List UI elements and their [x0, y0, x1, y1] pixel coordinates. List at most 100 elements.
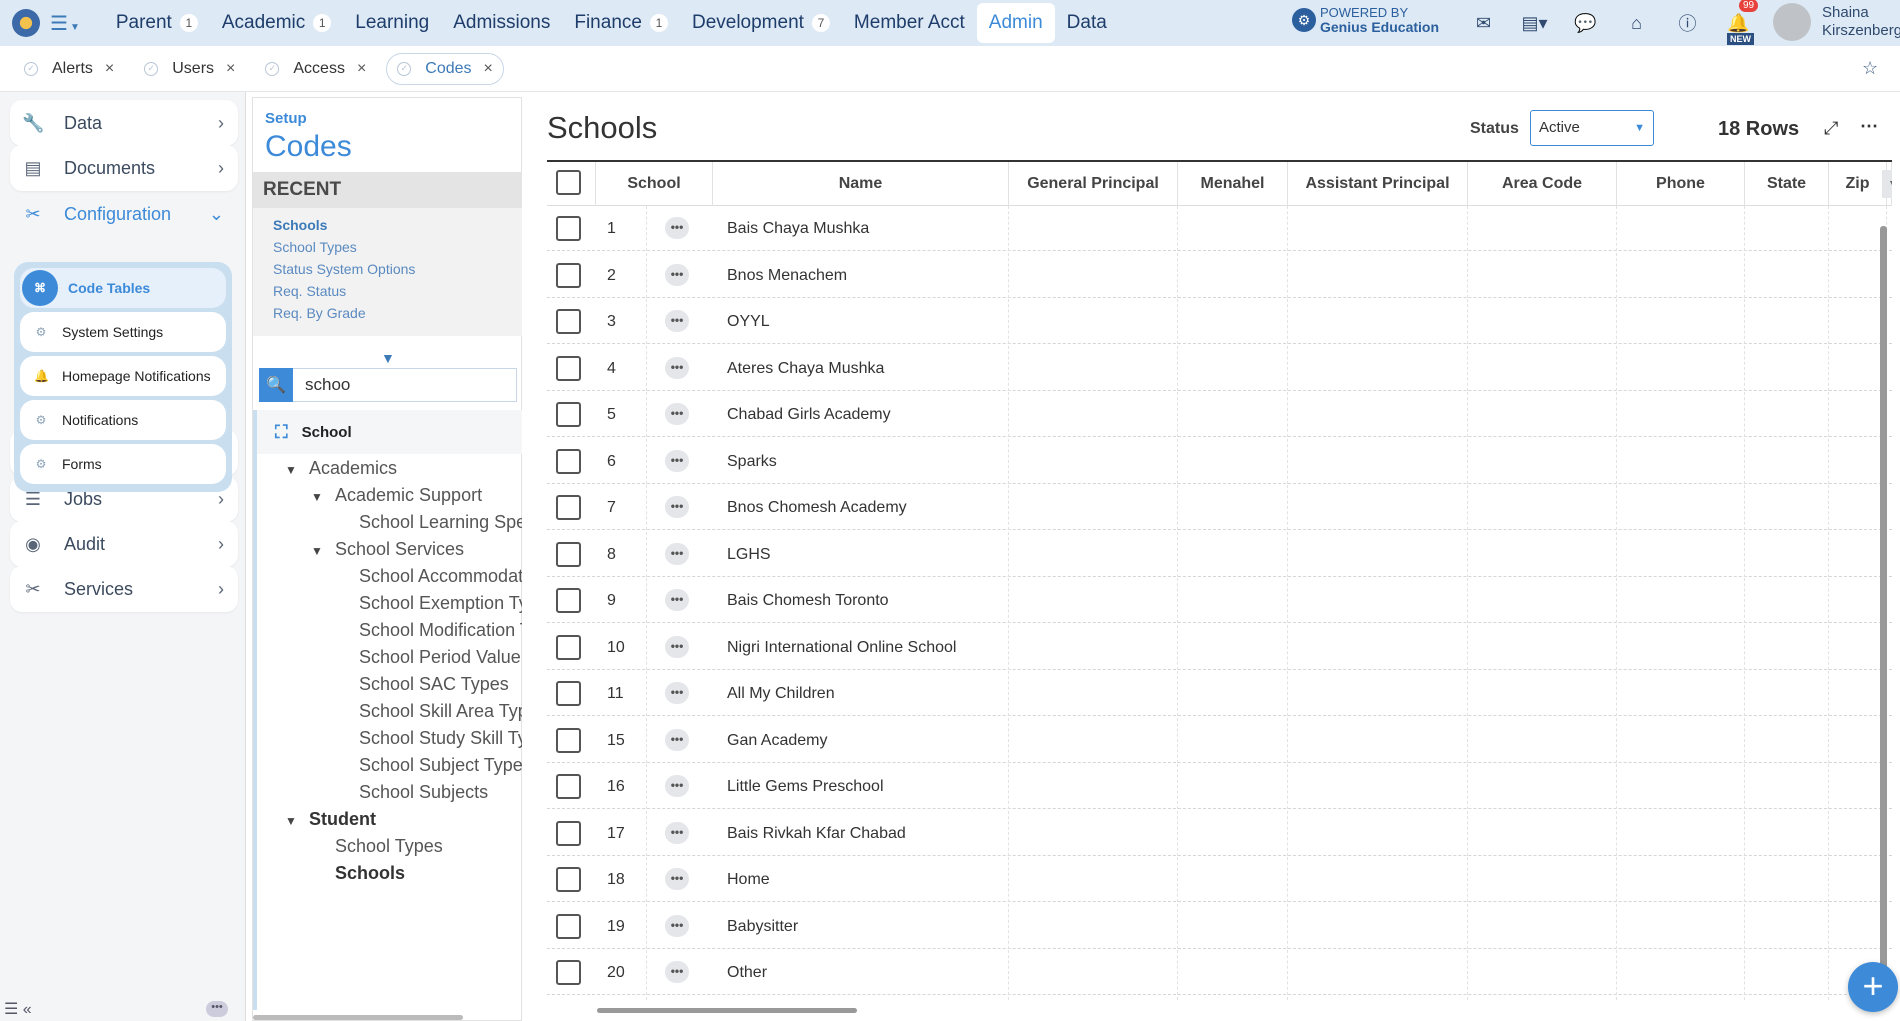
favorite-star-icon[interactable]: ☆ — [1862, 58, 1878, 79]
caret-down-icon[interactable]: ▼ — [311, 544, 325, 558]
tree-node-school-study-skill-types[interactable]: School Study Skill Types — [359, 728, 523, 749]
column-header-menahel[interactable]: Menahel — [1178, 162, 1288, 206]
table-row[interactable]: 11 ••• All My Children — [547, 671, 1892, 716]
row-checkbox[interactable] — [556, 727, 581, 753]
row-actions-icon[interactable]: ••• — [665, 914, 689, 937]
column-header-state[interactable]: State — [1745, 162, 1829, 206]
row-actions-icon[interactable]: ••• — [665, 542, 689, 565]
row-actions-icon[interactable]: ••• — [665, 728, 689, 751]
row-actions-icon[interactable]: ••• — [665, 868, 689, 890]
user-name[interactable]: Shaina Kirszenberg — [1822, 4, 1900, 40]
nav-item-member-acct[interactable]: Member Acct — [842, 3, 977, 43]
nav-item-admissions[interactable]: Admissions — [441, 3, 562, 43]
code-search-input[interactable] — [293, 375, 503, 395]
table-row[interactable]: 17 ••• Bais Rivkah Kfar Chabad — [547, 810, 1892, 856]
nav-item-finance[interactable]: Finance 1 — [562, 3, 680, 43]
tab-codes[interactable]: ✓ Codes × — [386, 52, 504, 85]
row-checkbox[interactable] — [556, 495, 581, 520]
tree-node-school-accommodation-types[interactable]: School Accommodation Types — [359, 566, 523, 587]
more-icon[interactable]: ⋯ — [1860, 116, 1878, 137]
nav-item-development[interactable]: Development 7 — [680, 3, 842, 43]
menu-icon[interactable]: ☰ ▼ — [50, 11, 80, 36]
row-checkbox[interactable] — [556, 681, 581, 706]
table-row[interactable]: 20 ••• Other — [547, 950, 1892, 995]
tree-node-school-subjects[interactable]: School Subjects — [359, 782, 488, 803]
row-actions-icon[interactable]: ••• — [665, 263, 689, 286]
tree-node-school-exemption-types[interactable]: School Exemption Types — [359, 593, 523, 614]
row-checkbox[interactable] — [556, 216, 581, 241]
row-checkbox[interactable] — [556, 774, 581, 799]
notification-bell-icon[interactable]: 🔔 99 NEW — [1713, 0, 1764, 45]
row-checkbox[interactable] — [556, 867, 581, 892]
row-actions-icon[interactable]: ••• — [665, 310, 689, 332]
close-icon[interactable]: × — [226, 60, 235, 78]
column-header-area-code[interactable]: Area Code — [1468, 162, 1617, 206]
row-actions-icon[interactable]: ••• — [665, 961, 689, 983]
table-row[interactable]: 6 ••• Sparks — [547, 438, 1892, 484]
submenu-item-system-settings[interactable]: ⚙ System Settings — [20, 312, 226, 352]
expand-recent-icon[interactable]: ▼ — [381, 350, 395, 366]
tree-node-school-services[interactable]: ▼ School Services — [311, 539, 464, 560]
row-checkbox[interactable] — [556, 355, 581, 381]
row-actions-icon[interactable]: ••• — [665, 403, 689, 425]
recent-link-schools[interactable]: Schools — [253, 214, 523, 236]
table-row[interactable]: 18 ••• Home — [547, 857, 1892, 902]
submenu-item-code-tables[interactable]: ⌘ Code Tables — [20, 268, 226, 308]
table-row[interactable]: 4 ••• Ateres Chaya Mushka — [547, 345, 1892, 391]
row-checkbox[interactable] — [556, 588, 581, 613]
add-button[interactable]: + — [1848, 962, 1898, 1012]
table-row[interactable]: 7 ••• Bnos Chomesh Academy — [547, 485, 1892, 530]
submenu-item-homepage-notifications[interactable]: 🔔 Homepage Notifications — [20, 356, 226, 396]
status-select[interactable]: Active ▼ — [1530, 110, 1654, 146]
close-icon[interactable]: × — [484, 60, 493, 78]
school-logo[interactable] — [12, 9, 40, 37]
vertical-scrollbar[interactable] — [1880, 226, 1887, 986]
recent-link-status-system-options[interactable]: Status System Options — [253, 258, 523, 280]
table-row[interactable]: 16 ••• Little Gems Preschool — [547, 764, 1892, 809]
row-checkbox[interactable] — [556, 448, 581, 474]
tree-node-school-types[interactable]: School Types — [335, 836, 443, 857]
tree-node-school-modification-types[interactable]: School Modification Types — [359, 620, 523, 641]
row-actions-icon[interactable]: ••• — [665, 589, 689, 611]
user-avatar[interactable] — [1773, 3, 1811, 41]
recent-link-req-status[interactable]: Req. Status — [253, 280, 523, 302]
sidebar-item-services[interactable]: ✂ Services › — [10, 566, 238, 612]
submenu-item-notifications[interactable]: ⚙ Notifications — [20, 400, 226, 440]
sidebar-item-audit[interactable]: ◉ Audit › — [10, 521, 238, 567]
tab-alerts[interactable]: ✓ Alerts × — [14, 53, 124, 85]
search-icon[interactable]: 🔍 — [259, 368, 293, 402]
mail-icon[interactable]: ✉ — [1458, 13, 1509, 34]
table-row[interactable]: 8 ••• LGHS — [547, 531, 1892, 577]
row-checkbox[interactable] — [556, 634, 581, 660]
column-header-phone[interactable]: Phone — [1617, 162, 1745, 206]
tree-node-school-sac-types[interactable]: School SAC Types — [359, 674, 509, 695]
row-actions-icon[interactable]: ••• — [665, 775, 689, 797]
tree-node-academics[interactable]: ▼ Academics — [285, 458, 397, 479]
nav-item-academic[interactable]: Academic 1 — [210, 3, 343, 43]
collapse-sidebar[interactable]: ☰ « ••• — [0, 999, 246, 1021]
grid-horizontal-scrollbar[interactable] — [597, 1008, 857, 1013]
tree-root-school[interactable]: ⛶ School — [257, 410, 523, 454]
help-icon[interactable]: ⓘ — [1662, 10, 1713, 36]
row-actions-icon[interactable]: ••• — [665, 449, 689, 472]
row-checkbox[interactable] — [556, 309, 581, 334]
row-actions-icon[interactable]: ••• — [665, 682, 689, 704]
table-row[interactable]: 2 ••• Bnos Menachem — [547, 252, 1892, 298]
row-checkbox[interactable] — [556, 960, 581, 985]
row-checkbox[interactable] — [556, 402, 581, 427]
column-header-assistant-principal[interactable]: Assistant Principal — [1288, 162, 1468, 206]
table-row[interactable]: 5 ••• Chabad Girls Academy — [547, 392, 1892, 437]
tree-node-schools[interactable]: Schools — [335, 863, 405, 884]
nav-item-admin[interactable]: Admin — [976, 3, 1055, 43]
table-row[interactable]: 19 ••• Babysitter — [547, 903, 1892, 949]
tree-node-school-skill-area-types[interactable]: School Skill Area Types — [359, 701, 523, 722]
tree-node-school-subject-types[interactable]: School Subject Types — [359, 755, 523, 776]
caret-down-icon[interactable]: ▼ — [311, 490, 325, 504]
row-actions-icon[interactable]: ••• — [665, 821, 689, 844]
sidebar-item-configuration[interactable]: ✂ Configuration ⌄ — [10, 191, 238, 237]
nav-item-parent[interactable]: Parent 1 — [104, 3, 210, 43]
close-icon[interactable]: × — [105, 60, 114, 78]
table-row[interactable]: 9 ••• Bais Chomesh Toronto — [547, 578, 1892, 623]
tab-users[interactable]: ✓ Users × — [134, 53, 245, 85]
table-row[interactable]: 3 ••• OYYL — [547, 299, 1892, 344]
